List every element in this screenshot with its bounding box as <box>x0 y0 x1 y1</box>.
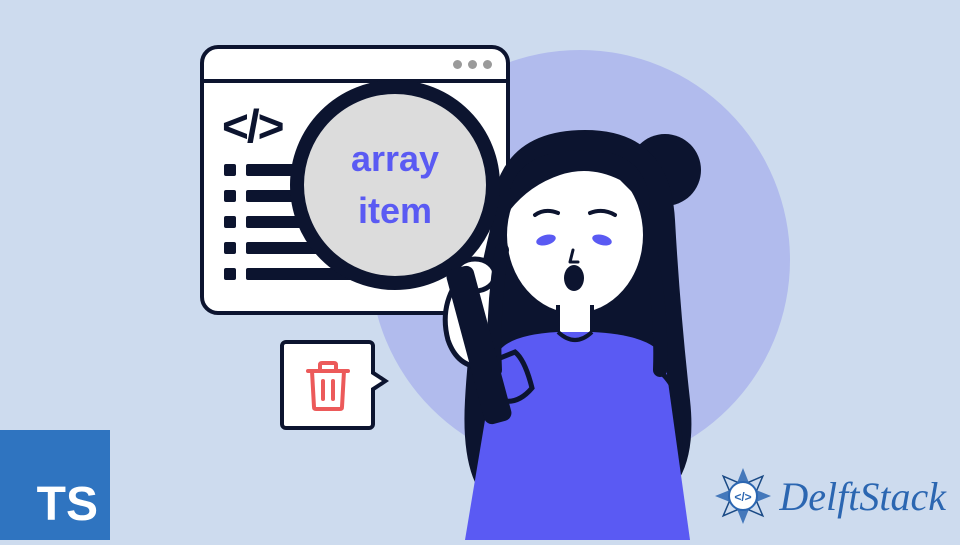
bullet-icon <box>224 216 236 228</box>
speech-bubble <box>280 340 375 430</box>
browser-titlebar <box>204 49 506 83</box>
bullet-icon <box>224 268 236 280</box>
window-dot <box>468 60 477 69</box>
lens-text-line1: array <box>351 138 439 180</box>
code-brackets-icon: </> <box>222 99 283 153</box>
window-dot <box>453 60 462 69</box>
bullet-icon <box>224 164 236 176</box>
ts-badge-label: TS <box>37 477 98 532</box>
bullet-icon <box>224 190 236 202</box>
trash-icon <box>306 359 350 411</box>
typescript-badge: TS <box>0 430 110 540</box>
delftstack-brand-name: DelftStack <box>779 473 946 520</box>
bullet-icon <box>224 242 236 254</box>
lens-text-line2: item <box>358 190 432 232</box>
window-dot <box>483 60 492 69</box>
magnifier-lens: array item <box>290 80 500 290</box>
magnifier: array item <box>290 80 500 290</box>
